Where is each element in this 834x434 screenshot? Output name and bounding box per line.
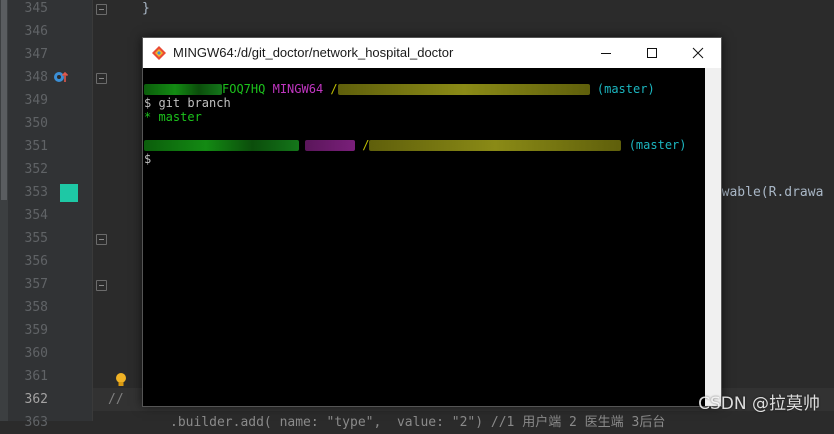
line-number: 351	[24, 139, 48, 154]
code-comment: //	[108, 392, 124, 407]
terminal-output[interactable]: FOQ7HQ MINGW64 / (master) $ git branch *…	[143, 68, 705, 406]
command-line: $ git branch	[144, 96, 231, 110]
line-number: 349	[24, 93, 48, 108]
lightbulb-icon[interactable]	[115, 372, 127, 388]
line-number: 361	[24, 369, 48, 384]
redacted-user	[144, 140, 299, 151]
close-icon	[692, 47, 704, 59]
line-number: 355	[24, 231, 48, 246]
line-number: 357	[24, 277, 48, 292]
prompt-line: / (master)	[144, 138, 687, 152]
line-number: 345	[24, 1, 48, 16]
override-method-icon[interactable]	[53, 69, 69, 85]
gutter-separator	[92, 0, 93, 421]
line-number: 348	[24, 70, 48, 85]
code-fragment: rawable(R.drawa	[706, 185, 824, 200]
line-number: 346	[24, 24, 48, 39]
window-title: MINGW64:/d/git_doctor/network_hospital_d…	[173, 45, 454, 60]
line-number: 359	[24, 323, 48, 338]
line-number: 360	[24, 346, 48, 361]
maximize-button[interactable]	[629, 38, 675, 68]
mingw-icon	[152, 46, 166, 60]
line-number: 363	[24, 415, 48, 430]
watermark: CSDN @拉莫帅	[698, 394, 820, 414]
minimize-icon	[601, 53, 611, 54]
line-number: 353	[24, 185, 48, 200]
redacted-shell	[305, 140, 355, 151]
line-number: 356	[24, 254, 48, 269]
maximize-icon	[647, 48, 657, 58]
line-number: 354	[24, 208, 48, 223]
fold-marker[interactable]	[96, 280, 107, 291]
minimize-button[interactable]	[583, 38, 629, 68]
window-titlebar[interactable]: MINGW64:/d/git_doctor/network_hospital_d…	[143, 38, 721, 68]
redacted-path	[369, 140, 622, 151]
redacted-path	[337, 84, 590, 95]
code-closing-brace: }	[142, 1, 150, 16]
prompt-line: FOQ7HQ MINGW64 / (master)	[144, 82, 655, 96]
close-button[interactable]	[675, 38, 721, 68]
line-number: 347	[24, 47, 48, 62]
line-number: 352	[24, 162, 48, 177]
fold-marker[interactable]	[96, 4, 107, 15]
color-preview-icon[interactable]	[60, 184, 78, 202]
redacted-user	[144, 84, 222, 95]
fold-marker[interactable]	[96, 234, 107, 245]
line-number: 350	[24, 116, 48, 131]
code-bottom-line: .builder.add( name: "type", value: "2") …	[170, 415, 666, 430]
cursor-prompt[interactable]: $	[144, 152, 151, 166]
side-strip-thumb[interactable]	[1, 0, 7, 200]
editor-side-strip	[0, 0, 8, 421]
line-number: 358	[24, 300, 48, 315]
branch-output: * master	[144, 110, 202, 124]
terminal-scrollbar[interactable]	[705, 68, 721, 406]
git-bash-window[interactable]: MINGW64:/d/git_doctor/network_hospital_d…	[142, 37, 722, 407]
fold-marker[interactable]	[96, 73, 107, 84]
line-number: 362	[24, 392, 48, 407]
